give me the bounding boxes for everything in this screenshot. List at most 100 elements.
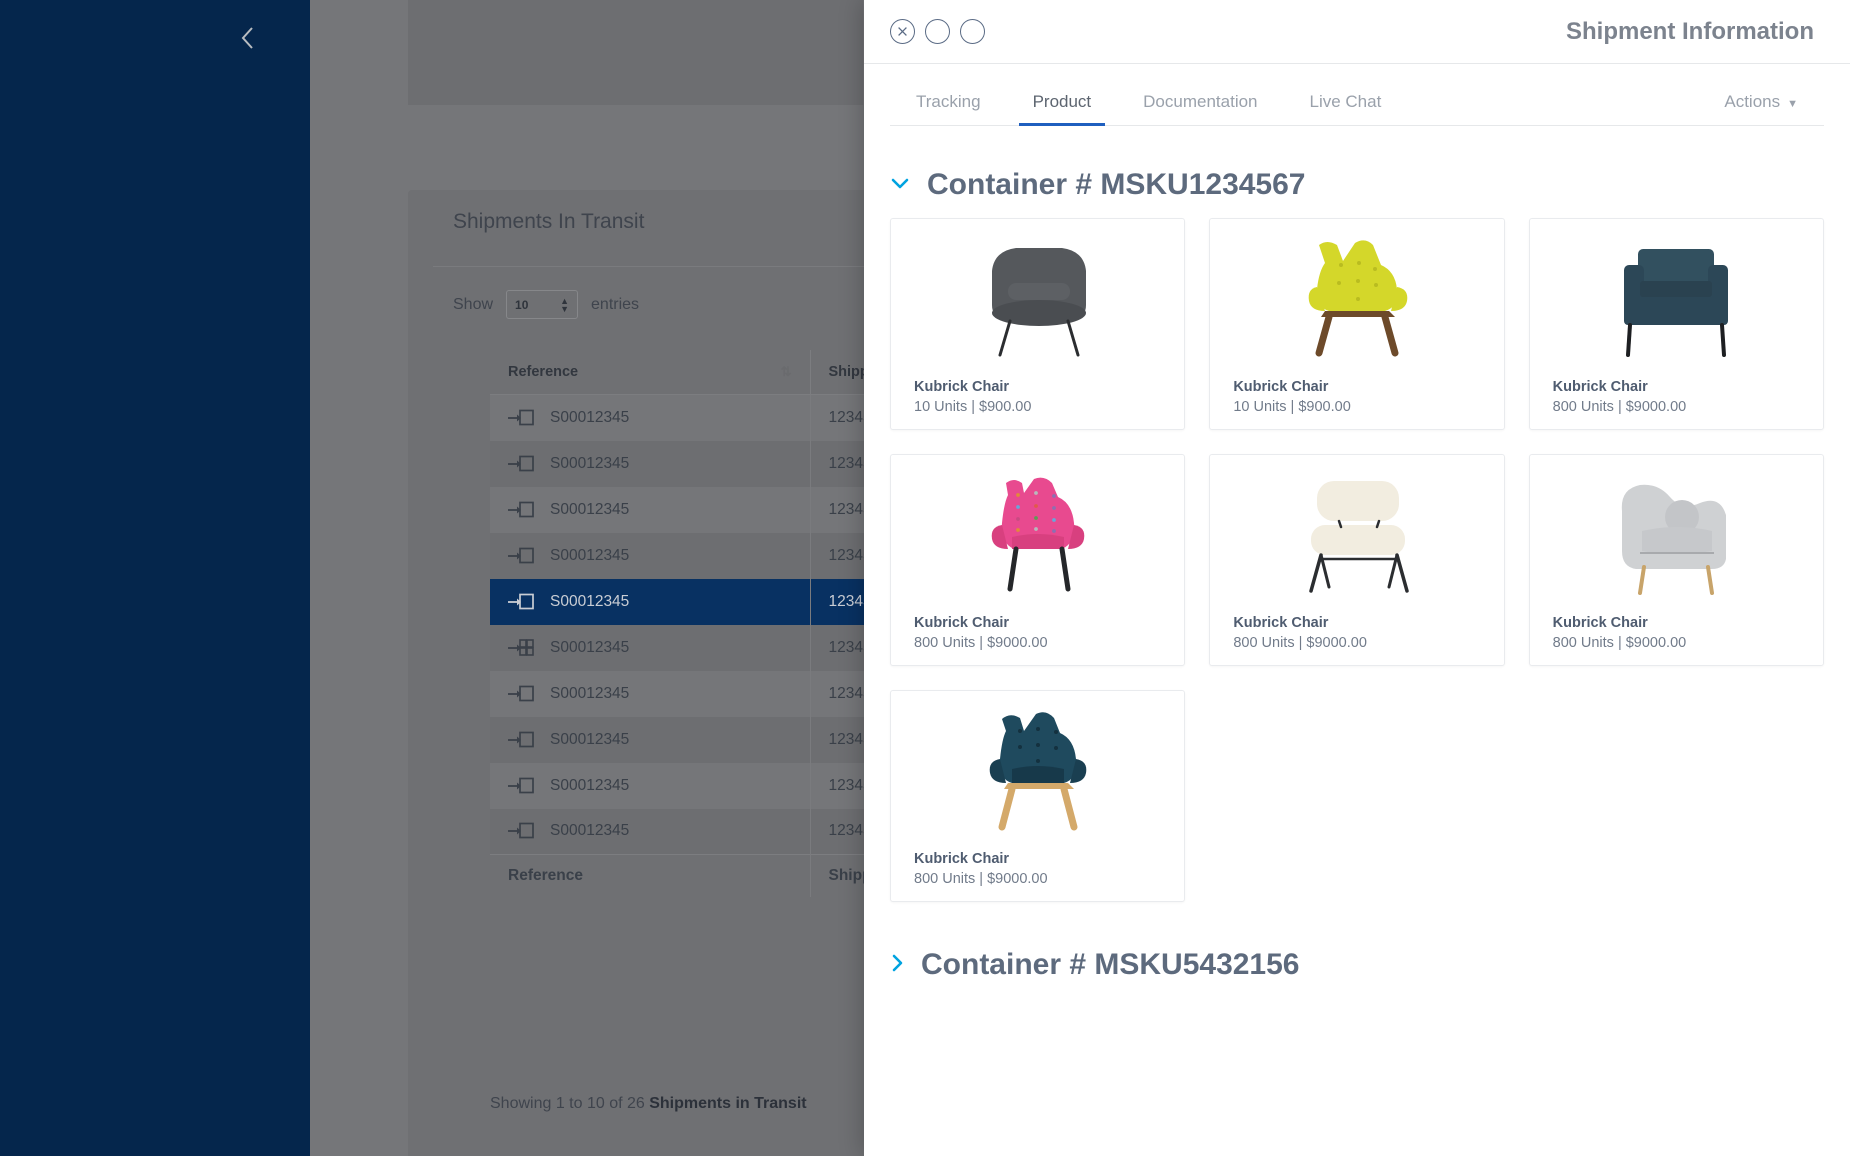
shipments-table-title: Shipments In Transit — [453, 210, 645, 233]
container-in-icon — [508, 455, 534, 471]
container-in-icon — [508, 777, 534, 793]
chair-illustration — [991, 477, 1084, 592]
footer-cell-reference: Reference — [490, 854, 811, 897]
tab-label: Actions — [1724, 92, 1781, 111]
product-name: Kubrick Chair — [914, 379, 1010, 395]
reference-value: S00012345 — [550, 546, 630, 564]
panel-body: Container # MSKU1234567 Kubrick Chair 10 U… — [864, 126, 1850, 1156]
container-in-icon — [508, 547, 534, 563]
close-window-button[interactable] — [890, 19, 915, 44]
reference-value: S00012345 — [550, 454, 630, 472]
container-header[interactable]: Container # MSKU1234567 — [890, 168, 1824, 202]
product-card[interactable]: Kubrick Chair 10 Units | $900.00 — [1209, 218, 1505, 430]
container-in-icon — [508, 409, 534, 426]
chair-illustration — [1309, 481, 1409, 593]
cell-reference: S00012345 — [490, 808, 811, 855]
tab-live-chat[interactable]: Live Chat — [1284, 92, 1408, 126]
minimize-window-button[interactable] — [925, 19, 950, 44]
container-in-icon — [508, 822, 534, 839]
reference-value: S00012345 — [550, 592, 630, 610]
sidebar-brand-logo — [40, 18, 220, 62]
reference-value: S00012345 — [550, 638, 630, 656]
product-name: Kubrick Chair — [914, 615, 1010, 631]
chevron-left-icon — [241, 27, 253, 49]
product-image — [1222, 231, 1491, 369]
chevron-right-icon — [892, 954, 903, 971]
container-title: Container # MSKU5432156 — [921, 948, 1300, 981]
cell-reference: S00012345 — [490, 578, 811, 625]
product-units-price: 10 Units | $900.00 — [914, 399, 1032, 415]
window-controls — [890, 19, 985, 44]
cell-reference: S00012345 — [490, 716, 811, 763]
entries-label: entries — [591, 295, 640, 313]
chair-illustration — [1624, 249, 1729, 357]
product-image — [903, 231, 1172, 369]
sidebar-collapse-button[interactable] — [230, 20, 266, 56]
chair-illustration — [1622, 484, 1727, 595]
chevron-down-icon — [891, 178, 909, 188]
chevron-down-icon: ▼ — [1787, 98, 1798, 110]
panel-tabs: Tracking Product Documentation Live Chat Act… — [864, 64, 1850, 126]
chair-illustration — [1308, 240, 1408, 357]
panel-title: Shipment Information — [1566, 17, 1814, 45]
container-toggle-icon[interactable] — [890, 176, 910, 195]
reference-value: S00012345 — [550, 822, 630, 840]
tab-label: Documentation — [1143, 92, 1258, 111]
show-label: Show — [453, 295, 494, 313]
product-image — [1542, 231, 1811, 369]
reference-value: S00012345 — [550, 730, 630, 748]
product-image — [903, 703, 1172, 841]
column-header-reference[interactable]: Reference ⇅ — [490, 350, 811, 395]
product-units-price: 800 Units | $9000.00 — [1552, 635, 1687, 651]
product-card[interactable]: Kubrick Chair 800 Units | $9000.00 — [890, 454, 1186, 666]
cell-reference: S00012345 — [490, 670, 811, 717]
container-in-icon — [508, 731, 534, 747]
container-in-icon — [508, 501, 534, 517]
product-card[interactable]: Kubrick Chair 10 Units | $900.00 — [890, 218, 1186, 430]
entries-control-row: Show 10 ▲ ▼ entries — [453, 290, 639, 319]
cell-reference: S00012345 — [490, 486, 811, 533]
container-grid-icon — [508, 638, 534, 656]
product-card[interactable]: Kubrick Chair 800 Units | $9000.00 — [1528, 454, 1824, 666]
product-image — [1542, 467, 1811, 605]
container-header[interactable]: Container # MSKU5432156 — [890, 948, 1824, 982]
container-title: Container # MSKU1234567 — [927, 168, 1306, 201]
product-units-price: 800 Units | $9000.00 — [914, 635, 1048, 651]
reference-value: S00012345 — [550, 776, 630, 794]
maximize-window-button[interactable] — [960, 19, 985, 44]
column-label: Reference — [508, 364, 579, 380]
product-card[interactable]: Kubrick Chair 800 Units | $9000.00 — [890, 690, 1186, 902]
product-card[interactable]: Kubrick Chair 800 Units | $9000.00 — [1528, 218, 1824, 430]
tab-documentation[interactable]: Documentation — [1117, 92, 1283, 126]
sidebar — [0, 0, 310, 1156]
containers-list: Container # MSKU1234567 Kubrick Chair 10 U… — [890, 168, 1824, 982]
entries-per-page-select[interactable]: 10 ▲ ▼ — [506, 290, 579, 319]
cell-reference: S00012345 — [490, 440, 811, 487]
product-card[interactable]: Kubrick Chair 800 Units | $9000.00 — [1209, 454, 1505, 666]
cell-reference: S00012345 — [490, 394, 811, 441]
reference-value: S00012345 — [550, 500, 630, 518]
product-units-price: 800 Units | $9000.00 — [914, 871, 1048, 887]
reference-value: S00012345 — [550, 684, 630, 702]
product-name: Kubrick Chair — [1233, 615, 1329, 631]
tab-tracking[interactable]: Tracking — [890, 92, 1007, 126]
cell-reference: S00012345 — [490, 762, 811, 809]
showing-entries-text: Showing 1 to 10 of 26 Shipments in Trans… — [490, 1095, 807, 1113]
tab-product[interactable]: Product — [1007, 92, 1118, 126]
product-grid: Kubrick Chair 10 Units | $900.00 Kubrick C… — [890, 218, 1824, 902]
container-toggle-icon[interactable] — [890, 953, 904, 978]
showing-bold: Shipments in Transit — [649, 1095, 807, 1112]
product-name: Kubrick Chair — [1552, 379, 1648, 395]
reference-value: S00012345 — [550, 408, 630, 426]
cell-reference: S00012345 — [490, 624, 811, 671]
tab-actions[interactable]: Actions ▼ — [1698, 92, 1824, 126]
product-units-price: 10 Units | $900.00 — [1233, 399, 1351, 415]
showing-prefix: Showing 1 to 10 of 26 — [490, 1095, 650, 1112]
product-name: Kubrick Chair — [914, 851, 1010, 867]
container-in-icon — [508, 685, 534, 701]
stepper-icon: ▲ ▼ — [560, 295, 570, 314]
product-name: Kubrick Chair — [1233, 379, 1329, 395]
sort-icon[interactable]: ⇅ — [781, 364, 792, 380]
panel-header: Shipment Information — [864, 0, 1850, 64]
app-root: $280,000 VALUE OF PRODUCTS IN TRANSIT Sh… — [0, 0, 1850, 1156]
